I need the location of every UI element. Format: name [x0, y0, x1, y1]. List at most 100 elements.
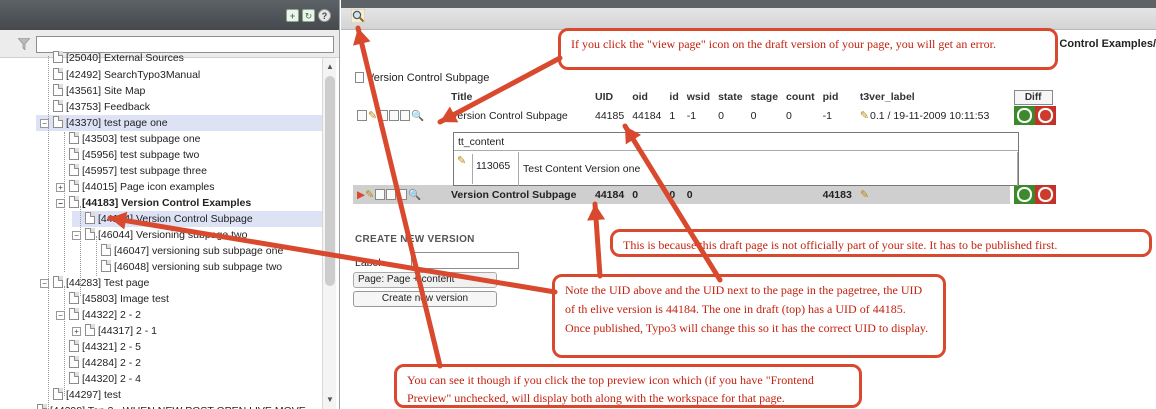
new-page-icon[interactable]: + — [286, 9, 299, 22]
top-preview-icon[interactable] — [351, 9, 365, 23]
page-icon[interactable] — [69, 132, 79, 144]
live-id: 0 — [665, 185, 683, 204]
page-icon[interactable] — [85, 212, 95, 224]
page-icon[interactable] — [53, 116, 63, 128]
diff-button[interactable]: Diff — [1013, 89, 1053, 105]
tree-node[interactable]: [45957] test subpage three — [56, 163, 207, 179]
page-icon[interactable] — [101, 244, 111, 256]
tree-node[interactable]: [25040] External Sources — [40, 50, 184, 66]
tree-node[interactable]: [44297] test — [40, 387, 121, 403]
page-icon[interactable] — [69, 356, 79, 368]
page-icon[interactable] — [69, 292, 79, 304]
col-uid: UID — [595, 91, 614, 103]
filter-icon[interactable] — [18, 38, 30, 50]
col-state: state — [718, 91, 743, 103]
live-reject-button[interactable] — [1037, 187, 1053, 202]
help-icon[interactable]: ? — [318, 9, 331, 22]
tree-node[interactable]: − [43370] test page one — [36, 115, 322, 131]
tree-node[interactable]: + [44015] Page icon examples — [56, 179, 215, 195]
page-icon[interactable] — [53, 388, 63, 400]
page-info-icon[interactable] — [389, 110, 400, 121]
tree-node[interactable]: [43561] Site Map — [40, 83, 145, 99]
live-delete-icon[interactable] — [375, 189, 386, 200]
scroll-down-icon[interactable]: ▼ — [325, 395, 335, 405]
tree-node[interactable]: [44320] 2 - 4 — [56, 371, 141, 387]
tree-node[interactable]: [45956] test subpage two — [56, 147, 199, 163]
tree-node-label: [45803] Image test — [82, 293, 169, 305]
page-icon[interactable] — [53, 100, 63, 112]
tree-node[interactable]: − [44322] 2 - 2 — [56, 307, 141, 323]
live-view-icon[interactable]: 🔍 — [408, 189, 421, 201]
tree-node[interactable]: [43503] test subpage one — [56, 131, 201, 147]
page-icon[interactable] — [101, 260, 111, 272]
page-icon[interactable] — [69, 340, 79, 352]
tree-node-label: [43561] Site Map — [66, 85, 146, 97]
live-info-icon[interactable] — [386, 189, 397, 200]
list-icon[interactable] — [400, 110, 411, 121]
tree-node-label: [44322] 2 - 2 — [82, 309, 141, 321]
create-version-button[interactable]: Create new version — [353, 291, 497, 307]
page-icon[interactable] — [69, 308, 79, 320]
tree-node-label: [44183] Version Control Examples — [82, 197, 252, 209]
swap-icon[interactable] — [357, 110, 367, 121]
draft-uid: 44185 — [595, 109, 625, 122]
view-page-icon[interactable]: 🔍 — [411, 110, 424, 122]
tree-node[interactable]: [44321] 2 - 5 — [56, 339, 141, 355]
callout-preview-tip: You can see it though if you click the t… — [394, 364, 862, 408]
page-icon[interactable] — [69, 164, 79, 176]
scroll-up-icon[interactable]: ▲ — [325, 62, 335, 72]
live-accept-button[interactable] — [1016, 187, 1032, 202]
page-icon[interactable] — [85, 228, 95, 240]
tree-guide-line — [64, 132, 65, 272]
live-list-icon[interactable] — [397, 189, 408, 200]
tree-node[interactable]: [42492] SearchTypo3Manual — [40, 67, 200, 83]
tree-node-label: [44283] Test page — [66, 277, 150, 289]
tree-node[interactable]: − [46044] Versioning subpage two — [72, 227, 247, 243]
expand-icon[interactable]: + — [72, 327, 81, 336]
draft-count: 0 — [786, 109, 792, 122]
tree-node[interactable]: [45803] Image test — [56, 291, 169, 307]
page-icon — [355, 72, 364, 83]
page-icon[interactable] — [53, 276, 63, 288]
page-icon[interactable] — [53, 68, 63, 80]
page-icon[interactable] — [69, 372, 79, 384]
tree-node[interactable]: − [44283] Test page — [40, 275, 149, 291]
page-tree: [25040] External Sources [42492] SearchTy… — [0, 51, 322, 409]
page-icon[interactable] — [69, 148, 79, 160]
tree-scrollbar[interactable]: ▲ ▼ — [322, 58, 336, 409]
edit-label-icon[interactable]: ✎ — [860, 109, 869, 122]
col-id: id — [669, 91, 679, 103]
tree-node[interactable]: [44184] Version Control Subpage — [72, 211, 322, 227]
delete-icon[interactable] — [378, 110, 389, 121]
live-edit-label-icon[interactable]: ✎ — [860, 188, 869, 201]
scroll-thumb[interactable] — [325, 76, 335, 286]
page-icon[interactable] — [37, 404, 47, 409]
tree-node[interactable]: [44298] Top 3 - WHEN NEW POST OPEN LIVE … — [24, 403, 306, 409]
tt-edit-icons[interactable]: ✎ — [457, 154, 473, 184]
page-icon[interactable] — [53, 51, 63, 63]
live-wsid: 0 — [682, 185, 715, 204]
reject-button[interactable] — [1037, 108, 1053, 123]
tree-node[interactable]: [46048] versioning sub subpage two — [88, 259, 282, 275]
col-wsid: wsid — [686, 91, 711, 103]
draft-oid: 44184 — [632, 109, 662, 122]
page-icon[interactable] — [69, 196, 79, 208]
page-type-select[interactable]: Page: Page + content — [353, 272, 497, 288]
tree-node-label: [44298] Top 3 - WHEN NEW POST OPEN LIVE … — [50, 405, 306, 409]
tree-node[interactable]: [46047] versioning sub subpage one — [88, 243, 283, 259]
page-icon[interactable] — [69, 180, 79, 192]
refresh-icon[interactable]: ↻ — [302, 9, 315, 22]
edit-icon[interactable]: ✎ — [368, 109, 377, 122]
accept-button[interactable] — [1016, 108, 1032, 123]
tree-node[interactable]: − [44183] Version Control Examples — [56, 195, 251, 211]
live-edit-icon[interactable]: ✎ — [365, 188, 374, 201]
page-icon[interactable] — [85, 324, 95, 336]
live-oid: 0 — [628, 185, 666, 204]
version-label-input[interactable] — [411, 252, 519, 269]
col-stage: stage — [750, 91, 779, 103]
page-icon[interactable] — [53, 84, 63, 96]
tree-node[interactable]: + [44317] 2 - 1 — [72, 323, 157, 339]
col-label: t3ver_label — [859, 91, 915, 103]
tree-node[interactable]: [44284] 2 - 2 — [56, 355, 141, 371]
tree-node[interactable]: [43753] Feedback — [40, 99, 150, 115]
